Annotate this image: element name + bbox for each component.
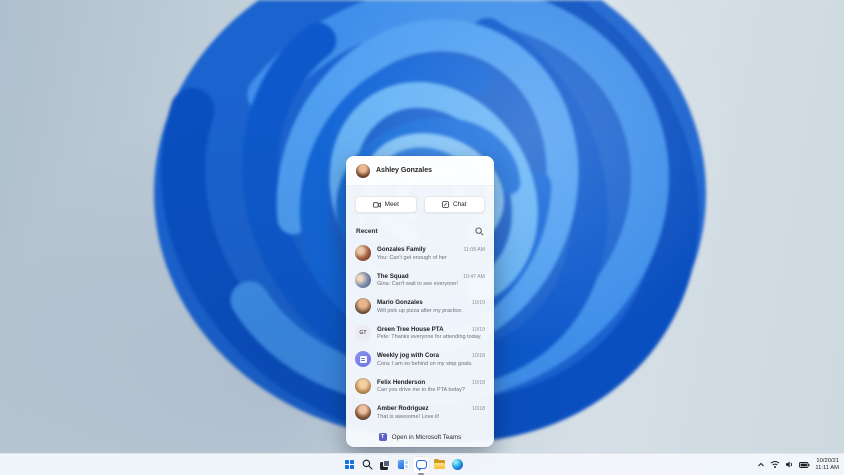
recent-header-row: Recent [346,218,494,240]
chat-preview: You: Can't get enough of her [377,254,447,261]
chat-time: 10:47 AM [463,273,485,280]
file-explorer-button[interactable] [431,457,447,473]
chat-name: Amber Rodriguez [377,405,429,412]
chat-preview: Cora: I am so behind on my step goals. [377,360,473,367]
chat-taskbar-button[interactable] [413,456,429,473]
chat-preview: That is awesome! Love it! [377,413,440,420]
taskbar-time: 11:11 AM [815,464,839,471]
quick-actions: Meet Chat [346,186,494,218]
edge-button[interactable] [449,457,465,473]
chat-button-label: Chat [453,201,467,208]
open-in-teams-link[interactable]: T Open in Microsoft Teams [346,427,494,447]
chat-name: Mario Gonzales [377,299,423,306]
chat-time: 10/18 [472,406,485,412]
search-taskbar-button[interactable] [359,457,375,473]
chat-preview: Can you drive me to the PTA today? [377,387,465,393]
chat-preview: Gina: Can't wait to see everyone! [377,281,458,287]
chat-preview: Pete: Thanks everyone for attending toda… [377,334,482,340]
taskbar: 10/20/21 11:11 AM [0,453,844,475]
windows-11-desktop: Ashley Gonzales Meet Chat Recent Gonzale… [0,0,844,475]
meet-button-label: Meet [384,201,399,208]
windows-logo-icon [344,460,354,469]
speaker-icon [786,461,793,468]
widgets-icon [397,460,409,469]
avatar-amber-rodriguez [355,404,371,421]
taskbar-center-icons [341,454,465,475]
microsoft-teams-icon: T [378,433,387,441]
chevron-up-icon [758,462,765,466]
compose-chat-icon [442,201,449,208]
chat-name: Gonzales Family [377,246,426,253]
avatar-green-tree-house-pta: GT [355,324,371,341]
chat-list-item[interactable]: Weekly jog with Cora 10/18 Cora: I am so… [346,346,494,373]
calendar-glyph-icon [359,355,367,363]
chat-time: 10/18 [472,353,485,359]
chat-list-item[interactable]: Felix Henderson 10/18 Can you drive me t… [346,373,494,400]
video-camera-icon [372,201,381,208]
teams-chat-icon [415,459,427,471]
chat-list-item[interactable]: The Squad 10:47 AM Gina: Can't wait to s… [346,267,494,294]
volume-button[interactable] [785,454,794,475]
chat-list-item[interactable]: Mario Gonzales 10/19 Will pick up pizza … [346,293,494,320]
file-explorer-icon [433,458,445,469]
user-avatar[interactable] [356,163,370,178]
avatar-mario-gonzales [355,298,371,315]
avatar-felix-henderson [355,377,371,394]
chat-list-item[interactable]: Gonzales Family 11:08 AM You: Can't get … [346,240,494,267]
widgets-button[interactable] [395,457,411,473]
task-view-button[interactable] [377,457,393,473]
chat-name: Weekly jog with Cora [377,352,440,359]
search-icon[interactable] [474,226,484,236]
network-button[interactable] [770,454,780,475]
wifi-icon [771,461,780,468]
recent-chat-list: Gonzales Family 11:08 AM You: Can't get … [346,240,494,427]
search-icon [362,459,373,470]
battery-icon [799,461,810,468]
chat-name: Felix Henderson [377,378,426,386]
hidden-icons-button[interactable] [757,454,765,475]
taskbar-clock[interactable]: 10/20/21 11:11 AM [815,458,839,472]
battery-button[interactable] [799,454,810,475]
chat-time: 11:08 AM [463,247,485,253]
avatar-gonzales-family [355,245,371,262]
edge-browser-icon [451,459,463,470]
chat-flyout-header: Ashley Gonzales [346,156,494,186]
avatar-weekly-jog-icon [355,351,371,368]
start-button[interactable] [341,457,357,473]
chat-name: Green Tree House PTA [377,325,444,333]
avatar-initials: GT [359,329,367,336]
chat-time: 10/19 [472,300,485,306]
chat-time: 10/18 [472,379,485,386]
chat-list-item[interactable]: GT Green Tree House PTA 10/19 Pete: Than… [346,320,494,347]
chat-button[interactable]: Chat [423,196,485,213]
system-tray: 10/20/21 11:11 AM [757,454,839,475]
taskbar-date: 10/20/21 [816,457,839,464]
chat-time: 10/19 [472,326,485,333]
meet-button[interactable]: Meet [355,196,417,213]
chat-preview: Will pick up pizza after my practice. [377,307,463,314]
avatar-the-squad [355,271,371,288]
open-in-teams-label: Open in Microsoft Teams [391,433,462,441]
chat-list-item[interactable]: Amber Rodriguez 10/18 That is awesome! L… [346,399,494,426]
teams-chat-flyout: Ashley Gonzales Meet Chat Recent Gonzale… [346,156,494,447]
chat-name: The Squad [377,272,409,280]
user-name: Ashley Gonzales [376,167,433,174]
recent-label: Recent [356,227,378,235]
task-view-icon [380,459,390,470]
